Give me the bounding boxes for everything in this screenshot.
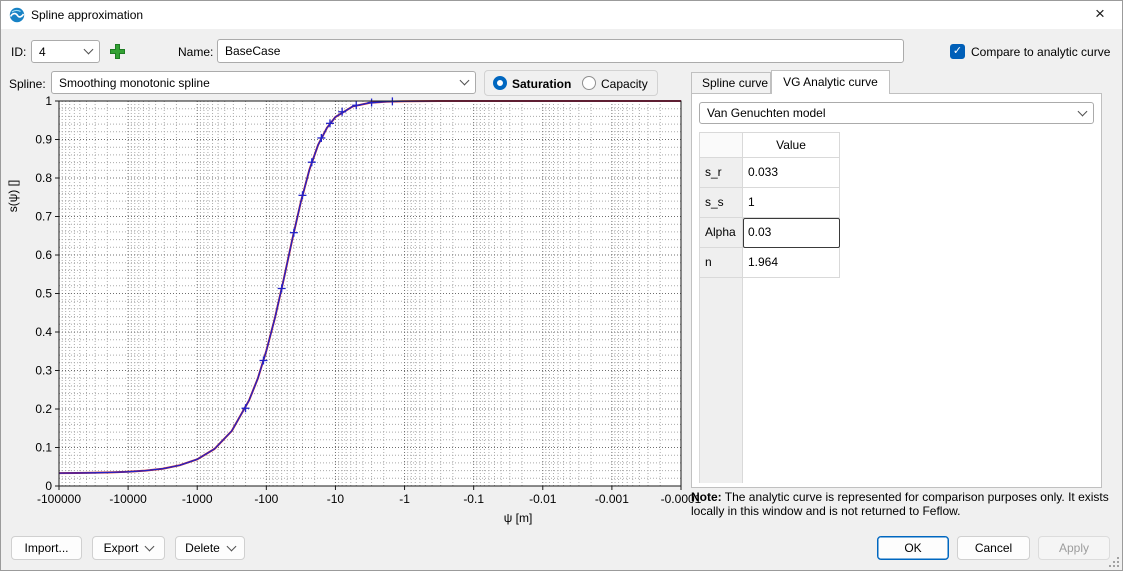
param-value-editor[interactable]: 0.03 [743,218,840,248]
y-axis-title: s(ψ) [] [6,180,20,213]
param-value-cell[interactable]: 1 [743,188,840,218]
id-select[interactable]: 4 [31,40,100,63]
compare-checkbox[interactable]: ✓ [950,44,965,59]
table-row: s_s1 [699,188,841,218]
chevron-down-icon [226,542,236,552]
x-tick-label: -0.001 [595,492,629,506]
delete-button[interactable]: Delete [175,536,245,560]
chevron-down-icon [1078,106,1088,116]
add-curve-button[interactable] [105,40,129,63]
name-label: Name: [178,45,213,59]
x-tick-label: -0.01 [529,492,557,506]
x-axis-title: ψ [m] [504,511,533,525]
note-label: Note: [691,490,722,504]
spline-label: Spline: [9,77,46,91]
param-value-cell[interactable]: 0.033 [743,158,840,188]
app-icon [9,7,25,23]
model-select[interactable]: Van Genuchten model [699,102,1094,124]
y-tick-label: 0.6 [35,248,52,262]
chevron-down-icon [145,542,155,552]
y-tick-label: 0.9 [35,133,52,147]
resize-grip[interactable] [1108,556,1120,568]
x-tick-label: -0.1 [463,492,484,506]
note-text: Note: The analytic curve is represented … [691,490,1109,518]
value-column-header: Value [743,132,840,158]
parameter-table: Values_r0.033s_s1Alpha0.03n1.964 [699,132,841,483]
x-tick-label: -100000 [37,492,81,506]
title-bar: Spline approximation × [1,1,1122,29]
x-tick-label: -1000 [182,492,213,506]
compare-checkbox-label: Compare to analytic curve [971,45,1110,59]
param-value-cell[interactable]: 1.964 [743,248,840,278]
tab-spline-curve[interactable]: Spline curve [691,72,771,93]
chevron-down-icon [460,76,470,86]
apply-button[interactable]: Apply [1038,536,1110,560]
table-row: s_r0.033 [699,158,841,188]
y-tick-label: 0.8 [35,171,52,185]
spline-type-value: Smoothing monotonic spline [59,76,210,90]
id-label: ID: [11,45,26,59]
table-empty-area [743,278,840,483]
y-tick-label: 0.5 [35,287,52,301]
param-name-cell: s_s [699,188,743,218]
close-icon[interactable]: × [1078,1,1122,29]
ok-button[interactable]: OK [877,536,949,560]
x-tick-label: -1 [399,492,410,506]
param-name-cell: Alpha [699,218,743,248]
export-button[interactable]: Export [92,536,165,560]
table-row: n1.964 [699,248,841,278]
tab-vg-analytic-curve[interactable]: VG Analytic curve [771,70,890,94]
saturation-radio-label: Saturation [512,77,571,91]
y-tick-label: 0.3 [35,364,52,378]
window-title: Spline approximation [31,8,143,22]
capacity-radio[interactable] [582,76,596,90]
id-select-value: 4 [39,45,46,59]
y-tick-label: 1 [45,96,52,108]
x-tick-label: -10000 [109,492,147,506]
x-tick-label: -100 [254,492,278,506]
capacity-radio-label: Capacity [601,77,648,91]
y-tick-label: 0.4 [35,325,52,339]
x-tick-label: -10 [327,492,345,506]
chevron-down-icon [84,45,94,55]
saturation-radio[interactable] [493,76,507,90]
y-tick-label: 0.2 [35,402,52,416]
y-tick-label: 0.1 [35,441,52,455]
y-tick-label: 0 [45,479,52,493]
plus-icon [109,43,126,60]
spline-approximation-dialog: Spline approximation × ID: 4 Name: ✓ Com… [0,0,1123,571]
param-name-cell: n [699,248,743,278]
spline-chart: -100000 -10000 -1000 -100 -10 -1 -0.1 -0.01 -0.0… [1,96,711,541]
name-input[interactable] [217,39,904,63]
spline-type-select[interactable]: Smoothing monotonic spline [51,71,476,94]
import-button[interactable]: Import... [11,536,82,560]
row-header-filler [699,278,743,483]
param-name-cell: s_r [699,158,743,188]
model-select-value: Van Genuchten model [707,106,826,120]
y-tick-label: 0.7 [35,210,52,224]
table-corner [699,132,743,158]
cancel-button[interactable]: Cancel [957,536,1030,560]
table-row: Alpha0.03 [699,218,841,248]
check-icon: ✓ [953,45,962,57]
